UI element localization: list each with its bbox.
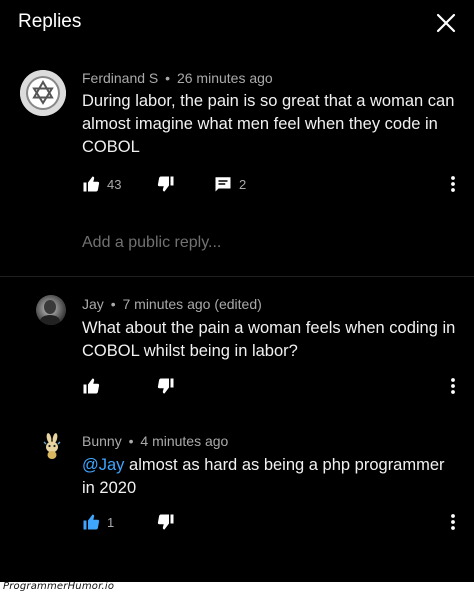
author-name[interactable]: Bunny	[82, 433, 122, 449]
comment-meta: Bunny • 4 minutes ago	[82, 433, 228, 449]
comment-text: What about the pain a woman feels when c…	[82, 319, 456, 360]
thumbs-down-icon	[157, 176, 174, 192]
comment-actions: 43 2	[82, 172, 462, 196]
avatar[interactable]	[38, 432, 66, 460]
like-count: 1	[107, 514, 115, 530]
watermark-bar: ProgrammerHumor.io	[0, 581, 474, 594]
watermark: ProgrammerHumor.io	[3, 581, 115, 592]
author-name[interactable]: Jay	[82, 296, 104, 312]
meta-separator: •	[165, 70, 171, 86]
thumbs-up-icon	[83, 514, 100, 530]
comment-time: 26 minutes ago	[176, 70, 273, 86]
more-options-icon[interactable]	[447, 374, 459, 398]
like-button[interactable]	[82, 374, 100, 398]
comment-text: During labor, the pain is so great that …	[82, 92, 455, 156]
like-button[interactable]: 1	[82, 510, 114, 534]
dislike-button[interactable]	[157, 510, 175, 534]
comment-text: @Jay almost as hard as being a php progr…	[82, 454, 457, 500]
thumbs-up-icon	[83, 378, 100, 394]
profile-photo	[36, 295, 66, 325]
reply-count: 2	[239, 176, 247, 192]
dislike-button[interactable]	[157, 374, 175, 398]
like-button[interactable]: 43	[82, 172, 121, 196]
dislike-button[interactable]	[157, 172, 175, 196]
comment-time: 7 minutes ago (edited)	[122, 296, 262, 312]
page-title: Replies	[18, 11, 82, 32]
divider	[0, 276, 474, 277]
meta-separator: •	[128, 433, 134, 449]
author-name[interactable]: Ferdinand S	[82, 70, 158, 86]
like-count: 43	[107, 176, 122, 192]
more-options-icon[interactable]	[447, 172, 459, 196]
meta-separator: •	[110, 296, 116, 312]
user-mention[interactable]: @Jay	[82, 456, 124, 474]
thumbs-down-icon	[157, 514, 174, 530]
close-icon[interactable]	[433, 10, 459, 36]
thumbs-down-icon	[157, 378, 174, 394]
comment-meta: Ferdinand S • 26 minutes ago	[82, 70, 273, 86]
star-of-david-icon	[20, 70, 66, 116]
comment-icon	[215, 177, 231, 192]
bunny-avatar	[38, 432, 66, 460]
comment-meta: Jay • 7 minutes ago (edited)	[82, 296, 262, 312]
comment-actions: 1	[82, 510, 462, 534]
replies-header: Replies	[0, 0, 474, 46]
reply-input[interactable]: Add a public reply...	[82, 234, 221, 252]
avatar[interactable]	[36, 295, 66, 325]
comment-time: 4 minutes ago	[140, 433, 229, 449]
thumbs-up-icon	[83, 176, 100, 192]
reply-button[interactable]: 2	[214, 172, 246, 196]
more-options-icon[interactable]	[447, 510, 459, 534]
comment-body: almost as hard as being a php programmer…	[82, 456, 445, 497]
comment-actions	[82, 374, 462, 398]
avatar[interactable]	[20, 70, 66, 116]
